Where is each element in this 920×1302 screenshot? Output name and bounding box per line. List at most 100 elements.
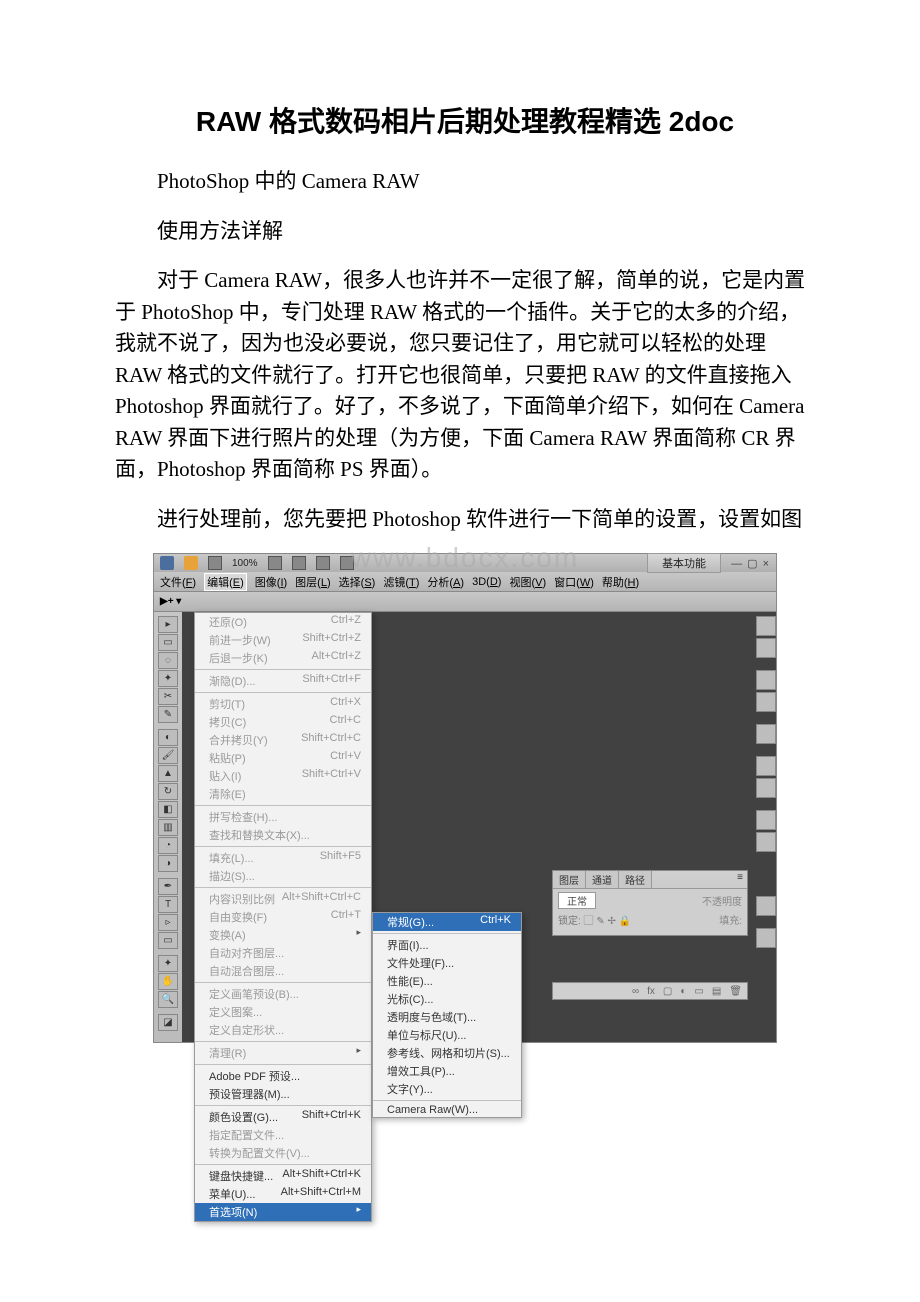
panel-icon[interactable] bbox=[756, 724, 776, 744]
panel-icon[interactable] bbox=[756, 670, 776, 690]
marquee-tool-icon[interactable]: ▭ bbox=[158, 634, 178, 651]
history-panel-icon[interactable] bbox=[756, 616, 776, 636]
move-tool-icon[interactable]: ▶+ ▾ bbox=[160, 596, 181, 607]
dodge-tool-icon[interactable]: ◑ bbox=[158, 855, 178, 872]
stamp-tool-icon[interactable]: ▲ bbox=[158, 765, 178, 782]
brush-tool-icon[interactable]: 🖌 bbox=[158, 747, 178, 764]
pref-submenu-item[interactable]: 界面(I)... bbox=[373, 936, 521, 954]
shape-tool-icon[interactable]: ▭ bbox=[158, 932, 178, 949]
layers-panel: 图层 通道 路径 ≡ 正常 不透明度 锁定: ▢ ✎ ✢ 🔒 填充: bbox=[552, 870, 748, 936]
pref-submenu-item[interactable]: 文字(Y)... bbox=[373, 1080, 521, 1098]
screen-mode-icon[interactable] bbox=[208, 556, 222, 570]
panel-icon[interactable] bbox=[756, 832, 776, 852]
edit-menu-item: 贴入(I)Shift+Ctrl+V bbox=[195, 767, 371, 785]
edit-menu-item: 前进一步(W)Shift+Ctrl+Z bbox=[195, 631, 371, 649]
edit-menu-item[interactable]: 菜单(U)...Alt+Shift+Ctrl+M bbox=[195, 1185, 371, 1203]
preferences-submenu: 常规(G)...Ctrl+K 界面(I)...文件处理(F)...性能(E)...… bbox=[372, 912, 522, 1118]
pen-tool-icon[interactable]: ✒ bbox=[158, 878, 178, 895]
edit-menu-item: 自由变换(F)Ctrl+T bbox=[195, 908, 371, 926]
menu-i[interactable]: 图像(I) bbox=[255, 574, 287, 590]
pref-submenu-item[interactable]: 参考线、网格和切片(S)... bbox=[373, 1044, 521, 1062]
menu-t[interactable]: 滤镜(T) bbox=[383, 574, 419, 590]
hand-tool-icon[interactable]: ✋ bbox=[158, 973, 178, 990]
panel-icon[interactable] bbox=[756, 778, 776, 798]
pref-submenu-item[interactable]: 光标(C)... bbox=[373, 990, 521, 1008]
window-buttons[interactable]: — ▢ × bbox=[731, 557, 770, 570]
adjust-icon[interactable]: ◐ bbox=[680, 986, 686, 997]
doc-title: RAW 格式数码相片后期处理教程精选 2doc bbox=[115, 100, 815, 140]
pref-submenu-item[interactable]: 文件处理(F)... bbox=[373, 954, 521, 972]
paragraph-1: PhotoShop 中的 Camera RAW bbox=[115, 166, 815, 198]
trash-icon[interactable]: 🗑 bbox=[729, 986, 742, 997]
edit-menu-item: 清理(R)▸ bbox=[195, 1044, 371, 1062]
3d-tool-icon[interactable]: ✦ bbox=[158, 955, 178, 972]
panel-icon[interactable] bbox=[756, 756, 776, 776]
link-icon[interactable]: ∞ bbox=[632, 986, 639, 997]
pref-submenu-item[interactable]: 透明度与色域(T)... bbox=[373, 1008, 521, 1026]
app-header: 100% 基本功能 — ▢ × bbox=[154, 554, 776, 572]
arrange-icon[interactable] bbox=[340, 556, 354, 570]
history-brush-icon[interactable]: ↻ bbox=[158, 783, 178, 800]
edit-menu-item[interactable]: 预设管理器(M)... bbox=[195, 1085, 371, 1103]
photoshop-screenshot: www.bdocx.com 100% 基本功能 — ▢ × 文件(F)编辑(E)… bbox=[153, 553, 777, 1043]
lock-row: 锁定: ▢ ✎ ✢ 🔒 bbox=[558, 912, 631, 927]
folder-icon[interactable]: ▭ bbox=[694, 986, 703, 997]
pref-submenu-item[interactable]: 单位与标尺(U)... bbox=[373, 1026, 521, 1044]
rotate-icon[interactable] bbox=[316, 556, 330, 570]
zoom-tool-icon[interactable]: 🔍 bbox=[158, 991, 178, 1008]
fill-label: 填充: bbox=[719, 912, 742, 927]
blur-tool-icon[interactable]: ◔ bbox=[158, 837, 178, 854]
type-tool-icon[interactable]: T bbox=[158, 896, 178, 913]
edit-menu-item: 定义图案... bbox=[195, 1003, 371, 1021]
menu-w[interactable]: 窗口(W) bbox=[554, 574, 594, 590]
pref-submenu-item[interactable]: 增效工具(P)... bbox=[373, 1062, 521, 1080]
edit-menu-item: 自动混合图层... bbox=[195, 962, 371, 980]
gradient-tool-icon[interactable]: ▥ bbox=[158, 819, 178, 836]
hand-icon[interactable] bbox=[268, 556, 282, 570]
panel-icon[interactable] bbox=[756, 896, 776, 916]
fx-icon[interactable]: fx bbox=[647, 986, 655, 997]
panel-menu-icon[interactable]: ≡ bbox=[733, 871, 747, 888]
edit-menu-item[interactable]: 键盘快捷键...Alt+Shift+Ctrl+K bbox=[195, 1167, 371, 1185]
panel-icon[interactable] bbox=[756, 928, 776, 948]
crop-tool-icon[interactable]: ✂ bbox=[158, 688, 178, 705]
menu-f[interactable]: 文件(F) bbox=[160, 574, 196, 590]
paragraph-4: 进行处理前，您先要把 Photoshop 软件进行一下简单的设置，设置如图 bbox=[115, 504, 815, 536]
wand-tool-icon[interactable]: ✦ bbox=[158, 670, 178, 687]
eraser-tool-icon[interactable]: ◧ bbox=[158, 801, 178, 818]
edit-menu-dropdown: 还原(O)Ctrl+Z前进一步(W)Shift+Ctrl+Z后退一步(K)Alt… bbox=[194, 612, 372, 1222]
mask-icon[interactable]: ▢ bbox=[663, 986, 672, 997]
path-tool-icon[interactable]: ▹ bbox=[158, 914, 178, 931]
panel-icon[interactable] bbox=[756, 692, 776, 712]
menu-v[interactable]: 视图(V) bbox=[509, 574, 546, 590]
pref-submenu-item[interactable]: 常规(G)...Ctrl+K bbox=[373, 913, 521, 931]
panel-icon[interactable] bbox=[756, 810, 776, 830]
edit-menu-item[interactable]: Adobe PDF 预设... bbox=[195, 1067, 371, 1085]
menu-a[interactable]: 分析(A) bbox=[427, 574, 464, 590]
edit-menu-item[interactable]: 首选项(N)▸ bbox=[195, 1203, 371, 1221]
pref-submenu-item[interactable]: 性能(E)... bbox=[373, 972, 521, 990]
actions-panel-icon[interactable] bbox=[756, 638, 776, 658]
edit-menu-item: 拷贝(C)Ctrl+C bbox=[195, 713, 371, 731]
layers-bottom-panel: ∞ fx ▢ ◐ ▭ ▤ 🗑 bbox=[552, 982, 748, 1000]
new-icon[interactable]: ▤ bbox=[712, 986, 721, 997]
edit-menu-item[interactable]: 颜色设置(G)...Shift+Ctrl+K bbox=[195, 1108, 371, 1126]
swatch-fg-bg-icon[interactable]: ◪ bbox=[158, 1014, 178, 1031]
menu-d[interactable]: 3D(D) bbox=[472, 576, 501, 588]
zoom-icon[interactable] bbox=[292, 556, 306, 570]
pref-submenu-item[interactable]: Camera Raw(W)... bbox=[373, 1103, 521, 1117]
menu-s[interactable]: 选择(S) bbox=[339, 574, 376, 590]
menu-l[interactable]: 图层(L) bbox=[295, 574, 330, 590]
tab-paths[interactable]: 路径 bbox=[619, 871, 652, 888]
heal-tool-icon[interactable]: ◐ bbox=[158, 729, 178, 746]
menu-e[interactable]: 编辑(E) bbox=[204, 573, 247, 591]
blend-mode[interactable]: 正常 bbox=[558, 892, 596, 909]
eyedropper-tool-icon[interactable]: ✎ bbox=[158, 706, 178, 723]
move-tool-icon[interactable]: ▸ bbox=[158, 616, 178, 633]
lasso-tool-icon[interactable]: ◌ bbox=[158, 652, 178, 669]
tab-layers[interactable]: 图层 bbox=[553, 871, 586, 888]
workspace-switcher[interactable]: 基本功能 bbox=[647, 553, 721, 573]
edit-menu-item: 定义画笔预设(B)... bbox=[195, 985, 371, 1003]
menu-h[interactable]: 帮助(H) bbox=[602, 574, 639, 590]
tab-channels[interactable]: 通道 bbox=[586, 871, 619, 888]
